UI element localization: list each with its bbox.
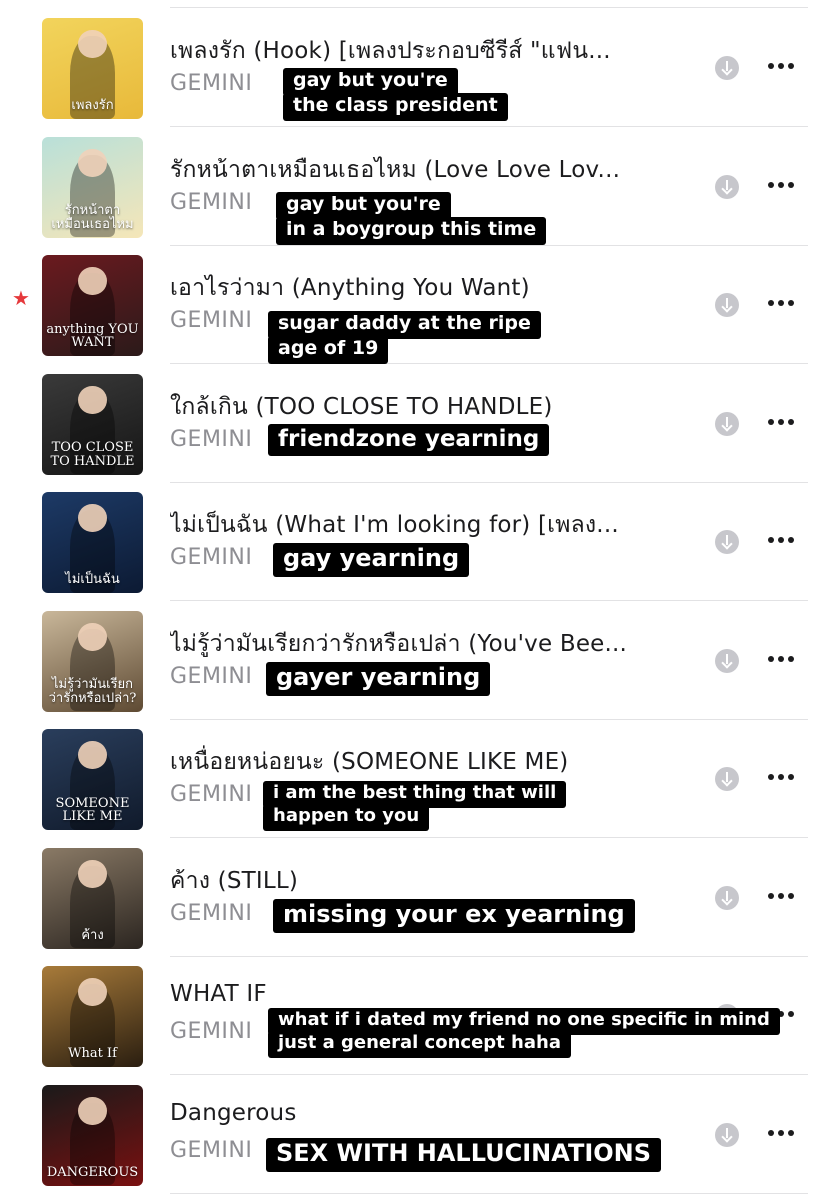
track-row[interactable]: ไม่เป็นฉัน ไม่เป็นฉัน (What I'm looking …	[0, 483, 833, 601]
artist-figure-head	[78, 859, 107, 888]
caption-sticker: gay but you're	[276, 192, 451, 220]
album-art-text: รักหน้าตาเหมือนเธอไหม	[51, 203, 134, 232]
more-ellipsis-icon[interactable]	[766, 891, 796, 901]
track-row[interactable]: ★ anything YOU WANT เอาไรว่ามา (Anything…	[0, 246, 833, 364]
more-ellipsis-icon[interactable]	[766, 417, 796, 427]
download-circle-icon[interactable]	[715, 885, 739, 910]
album-art[interactable]: ไม่เป็นฉัน	[42, 492, 143, 593]
more-ellipsis-icon[interactable]	[766, 654, 796, 664]
artist-figure-head	[78, 1096, 107, 1125]
album-art[interactable]: เพลงรัก	[42, 18, 143, 119]
artist-figure-head	[78, 978, 107, 1007]
caption-sticker: SEX WITH HALLUCINATIONS	[266, 1138, 662, 1172]
track-artist[interactable]: GEMINI	[170, 308, 252, 333]
track-artist[interactable]: GEMINI	[170, 1138, 252, 1163]
caption-sticker: just a general concept haha	[268, 1031, 571, 1058]
album-art-text: SOMEONE LIKE ME	[55, 795, 130, 825]
caption-sticker: happen to you	[263, 804, 430, 831]
track-artist[interactable]: GEMINI	[170, 545, 252, 570]
track-title[interactable]: เอาไรว่ามา (Anything You Want)	[170, 270, 670, 306]
caption-sticker: age of 19	[268, 336, 389, 364]
download-circle-icon[interactable]	[715, 648, 739, 673]
caption-sticker: gay but you're	[283, 68, 458, 96]
artist-figure-head	[78, 267, 107, 296]
album-art[interactable]: รักหน้าตาเหมือนเธอไหม	[42, 136, 143, 238]
album-art-text: anything YOU WANT	[46, 321, 139, 351]
track-artist[interactable]: GEMINI	[170, 190, 252, 215]
track-title[interactable]: WHAT IF	[170, 981, 670, 1007]
track-artist[interactable]: GEMINI	[170, 664, 252, 689]
download-circle-icon[interactable]	[715, 767, 739, 791]
artist-figure-head	[78, 385, 107, 414]
more-ellipsis-icon[interactable]	[766, 535, 796, 545]
download-circle-icon[interactable]	[715, 174, 739, 199]
artist-figure-head	[78, 148, 107, 177]
track-title[interactable]: รักหน้าตาเหมือนเธอไหม (Love Love Lov...	[170, 152, 670, 188]
caption-sticker: gay yearning	[273, 543, 470, 577]
album-art-text: What If	[68, 1046, 117, 1062]
more-ellipsis-icon[interactable]	[766, 61, 796, 71]
artist-figure-head	[78, 741, 107, 770]
download-circle-icon[interactable]	[715, 1122, 739, 1147]
album-art[interactable]: ไม่รู้ว่ามันเรียกว่ารักหรือเปล่า?	[42, 610, 143, 712]
caption-sticker: in a boygroup this time	[276, 217, 547, 245]
caption-sticker: friendzone yearning	[268, 424, 550, 457]
download-circle-icon[interactable]	[715, 411, 739, 436]
album-art[interactable]: anything YOU WANT	[42, 255, 143, 356]
artist-figure-head	[78, 30, 107, 59]
caption-sticker: missing your ex yearning	[273, 899, 635, 933]
list-top-divider	[170, 7, 808, 8]
track-title[interactable]: ใกล้เกิน (TOO CLOSE TO HANDLE)	[170, 389, 670, 425]
track-artist[interactable]: GEMINI	[170, 901, 252, 926]
album-art[interactable]: ค้าง	[42, 847, 143, 949]
more-ellipsis-icon[interactable]	[766, 298, 796, 308]
track-row[interactable]: DANGEROUS Dangerous GEMINI	[0, 1076, 833, 1194]
more-ellipsis-icon[interactable]	[766, 180, 796, 190]
album-art[interactable]: DANGEROUS	[42, 1084, 143, 1186]
album-art-text: ไม่เป็นฉัน	[65, 572, 120, 588]
caption-sticker: sugar daddy at the ripe	[268, 311, 541, 339]
track-artist[interactable]: GEMINI	[170, 782, 252, 807]
track-title[interactable]: ไม่รู้ว่ามันเรียกว่ารักหรือเปล่า (You've…	[170, 626, 670, 662]
favorite-star-icon: ★	[12, 286, 30, 310]
download-circle-icon[interactable]	[715, 56, 739, 80]
row-divider	[170, 1192, 808, 1194]
album-art-text: DANGEROUS	[46, 1164, 139, 1180]
album-art-text: ไม่รู้ว่ามันเรียกว่ารักหรือเปล่า?	[48, 677, 137, 706]
track-artist[interactable]: GEMINI	[170, 71, 252, 96]
album-art-text: ค้าง	[81, 927, 104, 943]
album-art-text: TOO CLOSE TO HANDLE	[50, 440, 135, 469]
caption-sticker: the class president	[283, 93, 508, 121]
caption-sticker: gayer yearning	[266, 662, 491, 696]
album-art[interactable]: SOMEONE LIKE ME	[42, 729, 143, 830]
track-title[interactable]: Dangerous	[170, 1100, 670, 1126]
more-ellipsis-icon[interactable]	[766, 772, 796, 782]
artist-figure-head	[78, 504, 107, 533]
track-artist[interactable]: GEMINI	[170, 427, 252, 452]
album-art-text: เพลงรัก	[71, 98, 114, 114]
more-ellipsis-icon[interactable]	[766, 1128, 796, 1138]
track-title[interactable]: ไม่เป็นฉัน (What I'm looking for) [เพลง.…	[170, 507, 670, 543]
track-title[interactable]: เหนื่อยหน่อยนะ (SOMEONE LIKE ME)	[170, 744, 670, 780]
album-art[interactable]: What If	[42, 966, 143, 1067]
album-art[interactable]: TOO CLOSE TO HANDLE	[42, 373, 143, 475]
track-title[interactable]: ค้าง (STILL)	[170, 863, 670, 899]
track-row[interactable]: ไม่รู้ว่ามันเรียกว่ารักหรือเปล่า? ไม่รู้…	[0, 602, 833, 720]
track-artist[interactable]: GEMINI	[170, 1019, 252, 1044]
artist-figure-head	[78, 622, 107, 651]
track-title[interactable]: เพลงรัก (Hook) [เพลงประกอบซีรีส์ "แฟน...	[170, 33, 670, 69]
download-circle-icon[interactable]	[715, 293, 739, 317]
track-row[interactable]: ค้าง ค้าง (STILL) GEMINI	[0, 839, 833, 957]
download-circle-icon[interactable]	[715, 530, 739, 554]
